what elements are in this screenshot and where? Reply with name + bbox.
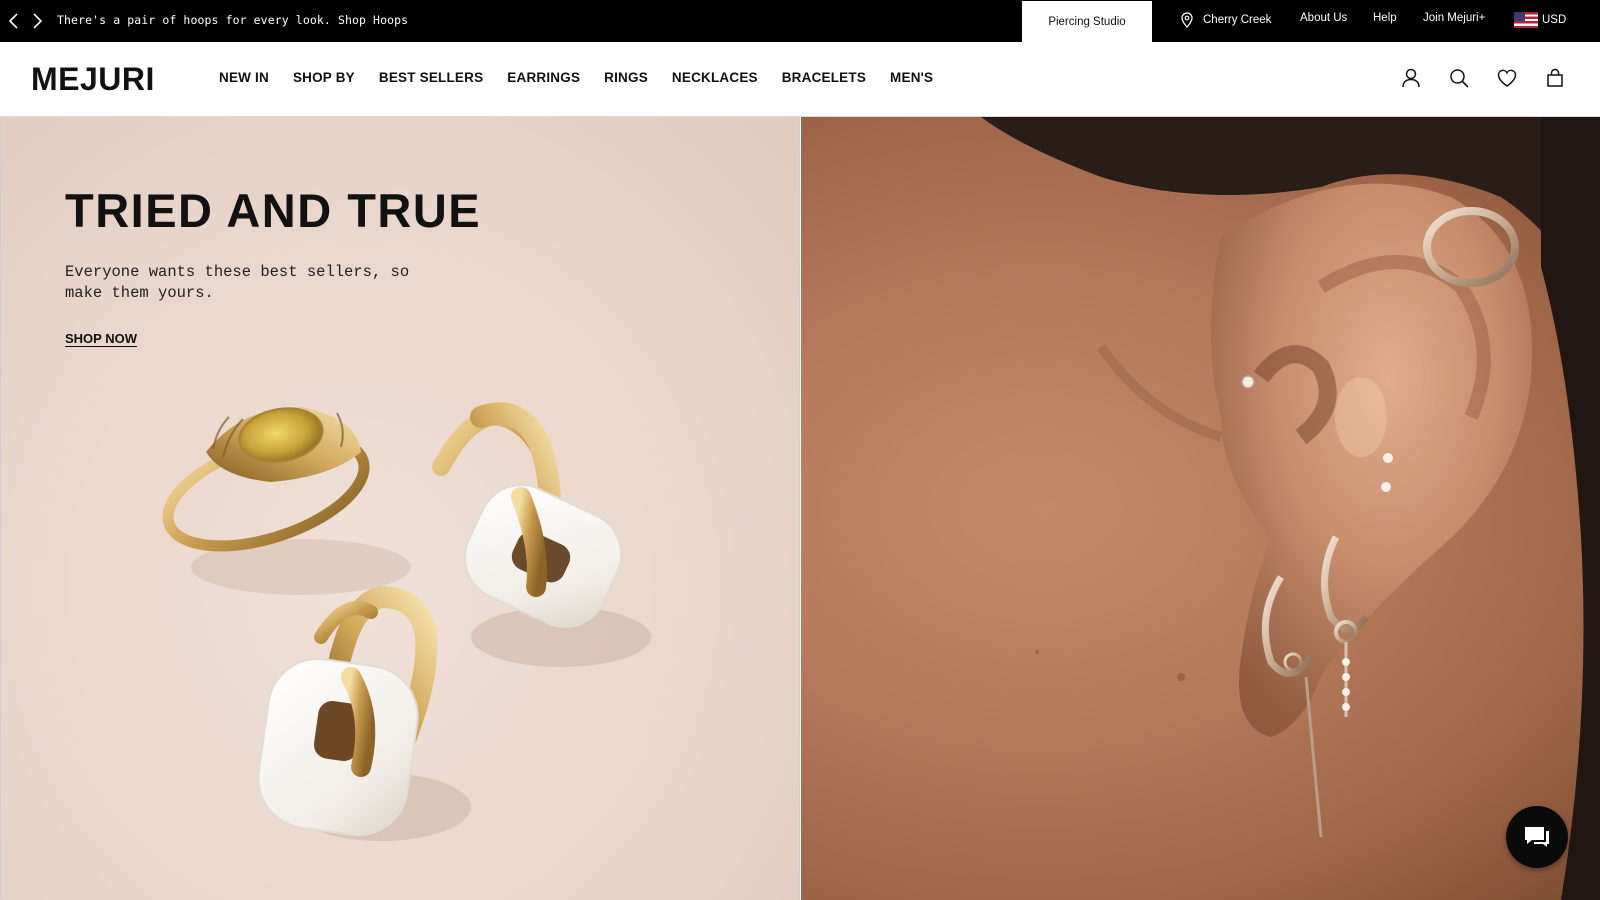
wishlist-heart-icon[interactable] [1496, 67, 1518, 89]
hero-title: TRIED AND TRUE [65, 184, 482, 237]
help-link[interactable]: Help [1373, 12, 1397, 24]
nav-shop-by[interactable]: SHOP BY [293, 70, 355, 85]
store-location-label: Cherry Creek [1203, 14, 1272, 26]
hero-subtitle: Everyone wants these best sellers, so ma… [65, 263, 410, 302]
map-pin-icon [1181, 12, 1193, 28]
us-flag-icon [1514, 12, 1538, 28]
account-icon[interactable] [1400, 67, 1422, 89]
currency-selector[interactable]: USD [1514, 12, 1566, 28]
nav-necklaces[interactable]: NECKLACES [672, 70, 758, 85]
chat-button[interactable] [1506, 806, 1568, 868]
currency-label: USD [1542, 14, 1567, 26]
nav-bracelets[interactable]: BRACELETS [782, 70, 866, 85]
shopping-bag-icon[interactable] [1544, 67, 1566, 89]
chat-bubble-icon [1525, 827, 1549, 847]
join-mejuri-link[interactable]: Join Mejuri+ [1423, 12, 1485, 24]
nav-best-sellers[interactable]: BEST SELLERS [379, 70, 483, 85]
ear-with-stacked-earrings-image[interactable] [801, 117, 1600, 900]
about-us-link[interactable]: About Us [1300, 12, 1347, 24]
shop-now-link[interactable]: SHOP NOW [65, 331, 137, 346]
nav-new-in[interactable]: NEW IN [219, 70, 269, 85]
header-actions [1400, 67, 1566, 89]
promo-message-link[interactable]: There's a pair of hoops for every look. … [57, 13, 408, 27]
hero-left-panel: TRIED AND TRUE Everyone wants these best… [0, 117, 800, 900]
hero-right-panel [801, 117, 1600, 900]
piercing-studio-link[interactable]: Piercing Studio [1022, 0, 1152, 42]
chevron-right-icon[interactable] [28, 11, 46, 31]
search-icon[interactable] [1448, 67, 1470, 89]
announcement-bar: There's a pair of hoops for every look. … [0, 0, 1600, 42]
main-header: MEJURI NEW IN SHOP BY BEST SELLERS EARRI… [0, 42, 1600, 117]
brand-logo[interactable]: MEJURI [31, 61, 155, 98]
chevron-left-icon[interactable] [5, 11, 23, 31]
primary-nav: NEW IN SHOP BY BEST SELLERS EARRINGS RIN… [219, 70, 957, 85]
nav-earrings[interactable]: EARRINGS [507, 70, 580, 85]
store-location-link[interactable]: Cherry Creek [1180, 12, 1271, 28]
nav-rings[interactable]: RINGS [604, 70, 648, 85]
nav-mens[interactable]: MEN'S [890, 70, 933, 85]
